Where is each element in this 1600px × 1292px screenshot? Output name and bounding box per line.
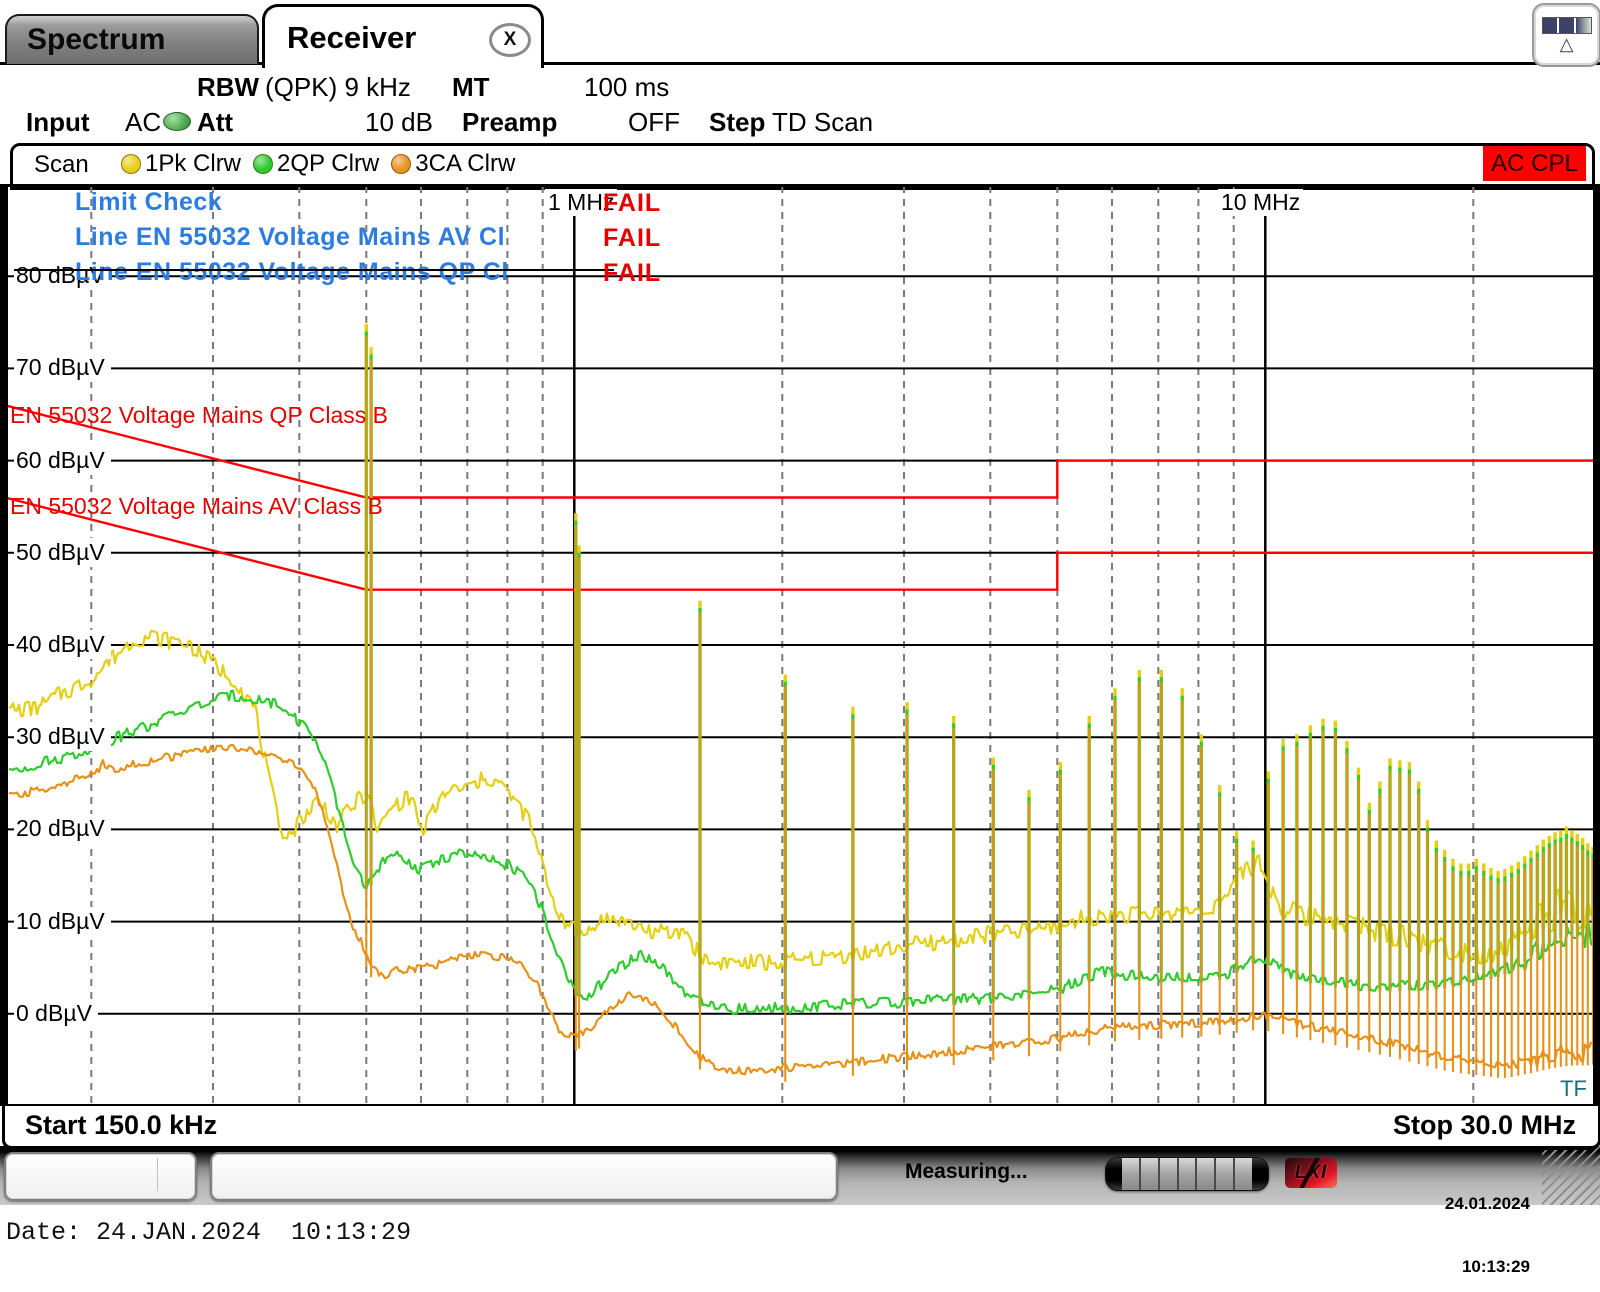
- stop-frequency[interactable]: Stop 30.0 MHz: [1393, 1110, 1576, 1141]
- frequency-range-bar: Start 150.0 kHz Stop 30.0 MHz: [2, 1106, 1600, 1150]
- measuring-status: Measuring...: [905, 1160, 1028, 1184]
- y-tick-label: 50 dBµV: [14, 538, 111, 567]
- tab-spectrum-label: Spectrum: [27, 23, 165, 57]
- legend-trace-3[interactable]: 3CA Clrw: [391, 150, 515, 178]
- rbw-value[interactable]: (QPK) 9 kHz: [265, 72, 411, 103]
- limit-check-line-qp: Line EN 55032 Voltage Mains QP Cl: [75, 258, 509, 287]
- coupling-badge: AC CPL: [1483, 146, 1586, 181]
- tab-spectrum[interactable]: Spectrum: [5, 14, 259, 64]
- softkey-field-1[interactable]: [4, 1152, 197, 1201]
- input-label[interactable]: Input: [26, 107, 90, 138]
- hardcopy-date-line: Date: 24.JAN.2024 10:13:29: [6, 1218, 411, 1247]
- tf-indicator: TF: [1560, 1076, 1587, 1102]
- att-label[interactable]: Att: [197, 107, 233, 138]
- trace-legend: 1Pk Clrw 2QP Clrw 3CA Clrw: [121, 146, 527, 181]
- limit-qp-result: FAIL: [603, 259, 661, 288]
- input-status-led-icon: [163, 112, 191, 131]
- y-tick-label: 10 dBµV: [14, 907, 111, 936]
- gridline-80db-overlay: [14, 269, 614, 271]
- softkey-field-2[interactable]: [210, 1152, 838, 1201]
- progress-left-cap: [1106, 1158, 1122, 1190]
- close-icon[interactable]: X: [489, 23, 531, 57]
- y-tick-label: 30 dBµV: [14, 722, 111, 751]
- preamp-value[interactable]: OFF: [628, 107, 680, 138]
- progress-right-cap: [1252, 1158, 1268, 1190]
- legend-trace-2[interactable]: 2QP Clrw: [253, 150, 379, 178]
- lxi-icon: LXI: [1285, 1158, 1337, 1188]
- status-bar: Measuring... LXI 24.01.2024 10:13:29: [0, 1146, 1600, 1205]
- legend-trace-label: 1Pk Clrw: [145, 150, 241, 178]
- status-date: 24.01.2024: [1445, 1193, 1530, 1214]
- legend-trace-label: 2QP Clrw: [277, 150, 379, 178]
- tab-receiver-label: Receiver: [287, 20, 416, 56]
- limit-check-title: Limit Check: [75, 188, 222, 217]
- limit-av-result: FAIL: [603, 224, 661, 253]
- y-tick-label: 60 dBµV: [14, 446, 111, 475]
- marker-10mhz-label: 10 MHz: [1218, 189, 1303, 216]
- trace-dot-icon: [391, 154, 411, 174]
- softkey-bar-icon: [1542, 17, 1592, 34]
- mt-label[interactable]: MT: [452, 72, 490, 103]
- limit-check-result: FAIL: [603, 189, 661, 218]
- instrument-screen: Spectrum Receiver X △ RBW (QPK) 9 kHz MT…: [0, 0, 1600, 1292]
- status-datetime: 24.01.2024 10:13:29: [1445, 1151, 1530, 1292]
- y-tick-label: 70 dBµV: [14, 353, 111, 382]
- trace-dot-icon: [253, 154, 273, 174]
- input-value[interactable]: AC: [125, 107, 161, 138]
- step-value[interactable]: TD Scan: [772, 107, 873, 138]
- step-label[interactable]: Step: [709, 107, 765, 138]
- field-divider: [157, 1158, 158, 1191]
- scan-label: Scan: [34, 151, 89, 179]
- preamp-label[interactable]: Preamp: [462, 107, 557, 138]
- y-tick-label: 20 dBµV: [14, 814, 111, 843]
- start-frequency[interactable]: Start 150.0 kHz: [25, 1110, 217, 1141]
- progress-segments: [1122, 1158, 1252, 1190]
- y-tick-label: 40 dBµV: [14, 630, 111, 659]
- spectrum-plot[interactable]: [0, 0, 1600, 1292]
- resize-grip-icon[interactable]: [1542, 1146, 1600, 1205]
- trace-dot-icon: [121, 154, 141, 174]
- triangle-icon: △: [1560, 34, 1574, 54]
- measurement-progress-bar: [1105, 1157, 1269, 1191]
- att-value[interactable]: 10 dB: [365, 107, 433, 138]
- display-menu-button[interactable]: △: [1532, 3, 1600, 67]
- status-time: 10:13:29: [1445, 1256, 1530, 1277]
- y-tick-label: 0 dBµV: [14, 999, 98, 1028]
- legend-trace-1[interactable]: 1Pk Clrw: [121, 150, 241, 178]
- qp-limit-line-label: EN 55032 Voltage Mains QP Class B: [10, 402, 388, 429]
- limit-check-line-av: Line EN 55032 Voltage Mains AV Cl: [75, 223, 505, 252]
- tab-receiver[interactable]: Receiver X: [262, 4, 544, 68]
- legend-trace-label: 3CA Clrw: [415, 150, 515, 178]
- rbw-label[interactable]: RBW: [197, 72, 259, 103]
- mt-value[interactable]: 100 ms: [584, 72, 669, 103]
- av-limit-line-label: EN 55032 Voltage Mains AV Class B: [10, 493, 383, 520]
- scan-header-bar: Scan 1Pk Clrw 2QP Clrw 3CA Clrw AC CPL: [10, 143, 1595, 190]
